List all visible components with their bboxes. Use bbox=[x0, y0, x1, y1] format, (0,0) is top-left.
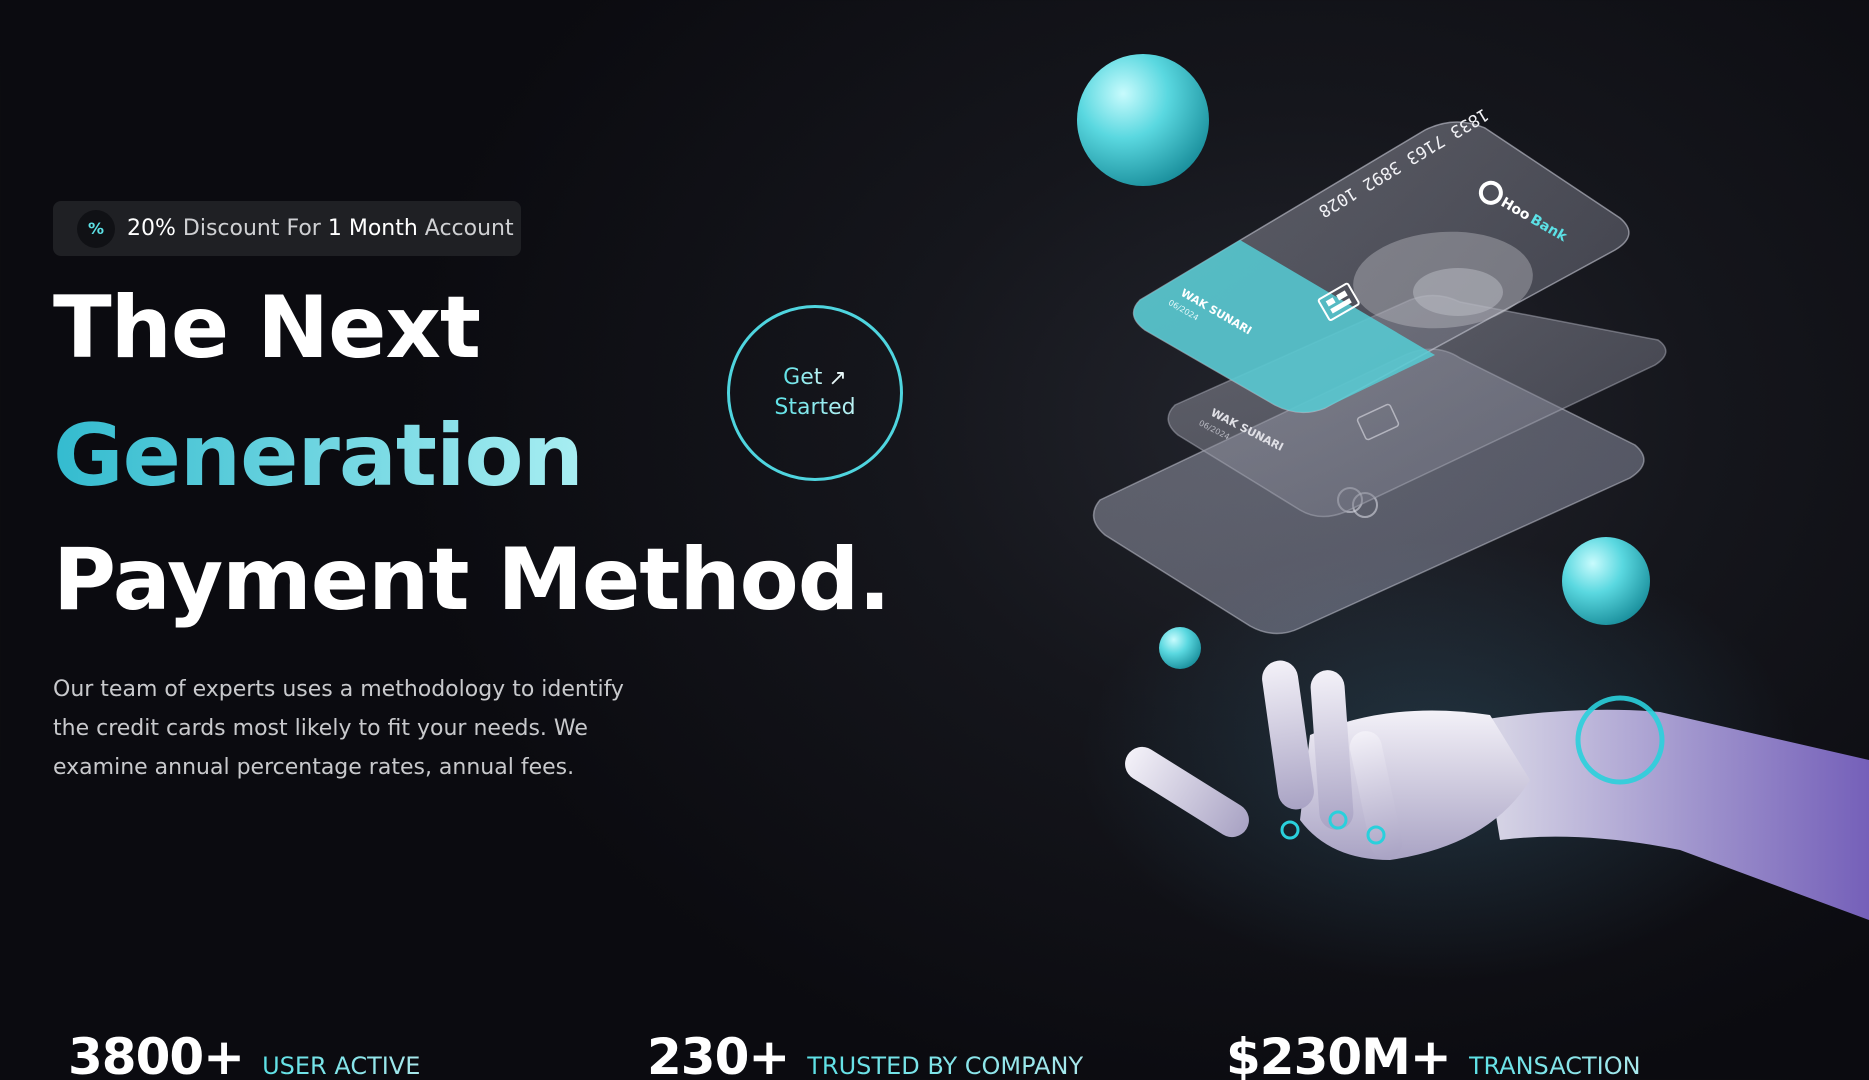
cta-label-line-2: Started bbox=[774, 393, 855, 423]
discount-text: Discount For bbox=[175, 216, 328, 241]
discount-text-account: Account bbox=[417, 216, 514, 241]
stat-value: $230M+ bbox=[1226, 1028, 1452, 1080]
discount-duration: 1 Month bbox=[327, 216, 418, 241]
sphere-large bbox=[1077, 54, 1209, 186]
stat-transaction: $230M+ TRANSACTION bbox=[1226, 1028, 1641, 1080]
stat-user-active: 3800+ USER ACTIVE bbox=[68, 1028, 420, 1080]
get-started-button[interactable]: Get ↗ Started bbox=[727, 305, 903, 481]
stat-trusted-by-company: 230+ TRUSTED BY COMPANY bbox=[647, 1028, 1083, 1080]
hero-description: Our team of experts uses a methodology t… bbox=[53, 677, 624, 780]
headline-line-2: Generation bbox=[53, 406, 584, 506]
percent-icon: % bbox=[77, 209, 115, 248]
hero-illustration: WAK SUNARI 06/2024 WAK SUNARI 06/2024 18… bbox=[1060, 0, 1869, 1080]
cta-label-line-1: Get bbox=[783, 363, 822, 393]
discount-percent: 20% bbox=[127, 216, 176, 241]
discount-badge: % 20% Discount For 1 Month Account bbox=[53, 201, 521, 256]
stat-label: TRANSACTION bbox=[1468, 1052, 1641, 1080]
headline-line-3: Payment Method. bbox=[53, 530, 891, 630]
sphere-medium bbox=[1562, 537, 1650, 625]
arrow-up-right-icon: ↗ bbox=[828, 365, 847, 391]
stat-label: TRUSTED BY COMPANY bbox=[807, 1052, 1084, 1080]
sphere-small bbox=[1159, 627, 1201, 669]
stat-value: 230+ bbox=[647, 1028, 790, 1080]
headline-line-1: The Next bbox=[53, 278, 481, 378]
stat-label: USER ACTIVE bbox=[262, 1052, 421, 1080]
stat-value: 3800+ bbox=[68, 1028, 245, 1080]
